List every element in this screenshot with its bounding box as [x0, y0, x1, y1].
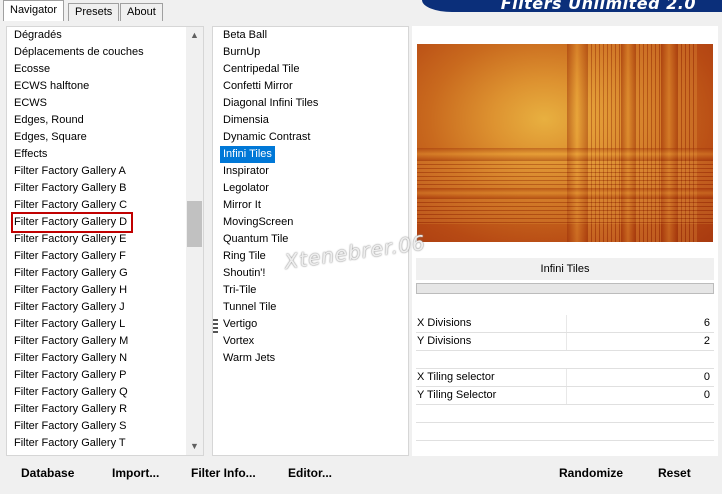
- category-item[interactable]: Filter Factory Gallery F: [13, 248, 126, 265]
- category-item[interactable]: Effects: [13, 146, 47, 163]
- tab-about[interactable]: About: [120, 3, 163, 21]
- filter-item[interactable]: Vortex: [220, 333, 257, 350]
- reset-button[interactable]: Reset: [658, 464, 691, 482]
- filter-item[interactable]: MovingScreen: [220, 214, 296, 231]
- filter-item[interactable]: Centripedal Tile: [220, 61, 302, 78]
- category-scrollbar[interactable]: ▲ ▼: [186, 27, 203, 455]
- category-item[interactable]: Filter Factory Gallery L: [13, 316, 125, 333]
- param-value[interactable]: 0: [704, 371, 710, 383]
- category-item[interactable]: Filter Factory Gallery P: [13, 367, 126, 384]
- param-empty-row: [416, 423, 714, 441]
- category-item[interactable]: Filter Factory Gallery N: [13, 350, 127, 367]
- scroll-up-icon[interactable]: ▲: [186, 27, 203, 44]
- param-x-divisions[interactable]: X Divisions 6: [416, 315, 714, 333]
- category-item[interactable]: Filter Factory Gallery T: [13, 435, 126, 452]
- filter-preview-image: [417, 44, 713, 242]
- filter-item[interactable]: Quantum Tile: [220, 231, 291, 248]
- category-item[interactable]: Filter Factory Gallery S: [13, 418, 126, 435]
- category-item-highlighted[interactable]: Filter Factory Gallery D: [11, 212, 133, 233]
- category-item[interactable]: Filter Factory Gallery J: [13, 299, 125, 316]
- category-item[interactable]: Filter Factory Gallery G: [13, 265, 128, 282]
- randomize-button[interactable]: Randomize: [559, 464, 623, 482]
- selected-filter-name: Infini Tiles: [416, 258, 714, 280]
- category-item[interactable]: Filter Factory Gallery M: [13, 333, 128, 350]
- param-empty-row: [416, 351, 714, 369]
- tab-navigator[interactable]: Navigator: [3, 0, 65, 21]
- category-item[interactable]: Filter Factory Gallery A: [13, 163, 126, 180]
- filter-item[interactable]: Dimensia: [220, 112, 272, 129]
- bottom-toolbar-left: Database Import... Filter Info... Editor…: [6, 458, 409, 488]
- filter-item[interactable]: Warm Jets: [220, 350, 278, 367]
- app-banner: Filters Unlimited 2.0: [422, 0, 722, 12]
- param-label: Y Tiling Selector: [417, 389, 497, 401]
- category-item[interactable]: Ecosse: [13, 61, 50, 78]
- category-item[interactable]: Filter Factory Gallery R: [13, 401, 127, 418]
- scroll-thumb[interactable]: [187, 201, 202, 247]
- filter-item[interactable]: Confetti Mirror: [220, 78, 296, 95]
- param-y-divisions[interactable]: Y Divisions 2: [416, 333, 714, 351]
- category-item[interactable]: ECWS: [13, 95, 47, 112]
- category-item[interactable]: Filter Factory Gallery H: [13, 282, 127, 299]
- bottom-toolbar-right: Randomize Reset: [416, 458, 718, 488]
- category-item[interactable]: Filter Factory Gallery C: [13, 197, 127, 214]
- filter-item-selected[interactable]: Infini Tiles: [220, 146, 275, 163]
- param-x-tiling-selector[interactable]: X Tiling selector 0: [416, 369, 714, 387]
- filter-item[interactable]: Diagonal Infini Tiles: [220, 95, 321, 112]
- drag-grip-icon: [213, 319, 218, 333]
- app-title: Filters Unlimited 2.0: [500, 0, 696, 12]
- tab-bar: Navigator Presets About: [0, 0, 420, 21]
- category-item[interactable]: Edges, Round: [13, 112, 84, 129]
- filter-item[interactable]: BurnUp: [220, 44, 263, 61]
- param-value[interactable]: 0: [704, 389, 710, 401]
- param-value[interactable]: 2: [704, 335, 710, 347]
- scroll-down-icon[interactable]: ▼: [186, 438, 203, 455]
- filter-item[interactable]: Beta Ball: [220, 27, 270, 44]
- param-label: X Tiling selector: [417, 371, 495, 383]
- category-list-panel: Dégradés Déplacements de couches Ecosse …: [6, 26, 204, 456]
- filter-item[interactable]: Dynamic Contrast: [220, 129, 313, 146]
- param-value[interactable]: 6: [704, 317, 710, 329]
- param-y-tiling-selector[interactable]: Y Tiling Selector 0: [416, 387, 714, 405]
- filter-info-button[interactable]: Filter Info...: [191, 464, 256, 482]
- preview-panel: Infini Tiles X Divisions 6 Y Divisions 2…: [412, 26, 718, 456]
- filter-list-panel: Beta Ball BurnUp Centripedal Tile Confet…: [212, 26, 409, 456]
- param-empty-row: [416, 405, 714, 423]
- category-item[interactable]: Déplacements de couches: [13, 44, 144, 61]
- filter-item[interactable]: Legolator: [220, 180, 272, 197]
- param-label: Y Divisions: [417, 335, 472, 347]
- tab-presets[interactable]: Presets: [68, 3, 120, 21]
- filter-item[interactable]: Ring Tile: [220, 248, 269, 265]
- param-label: X Divisions: [417, 317, 472, 329]
- filter-item[interactable]: Mirror It: [220, 197, 264, 214]
- category-item[interactable]: Filter Factory Gallery E: [13, 231, 126, 248]
- import-button[interactable]: Import...: [112, 464, 159, 482]
- database-button[interactable]: Database: [21, 464, 74, 482]
- progress-bar: [416, 283, 714, 294]
- filter-item[interactable]: Shoutin'!: [220, 265, 268, 282]
- category-item[interactable]: Edges, Square: [13, 129, 87, 146]
- category-item[interactable]: Filter Factory Gallery Q: [13, 384, 128, 401]
- editor-button[interactable]: Editor...: [288, 464, 332, 482]
- category-item[interactable]: Filter Factory Gallery B: [13, 180, 126, 197]
- category-item[interactable]: Dégradés: [13, 27, 62, 44]
- filter-item[interactable]: Inspirator: [220, 163, 272, 180]
- filter-item[interactable]: Vertigo: [220, 316, 260, 333]
- filter-item[interactable]: Tunnel Tile: [220, 299, 279, 316]
- filter-item[interactable]: Tri-Tile: [220, 282, 259, 299]
- category-item[interactable]: ECWS halftone: [13, 78, 89, 95]
